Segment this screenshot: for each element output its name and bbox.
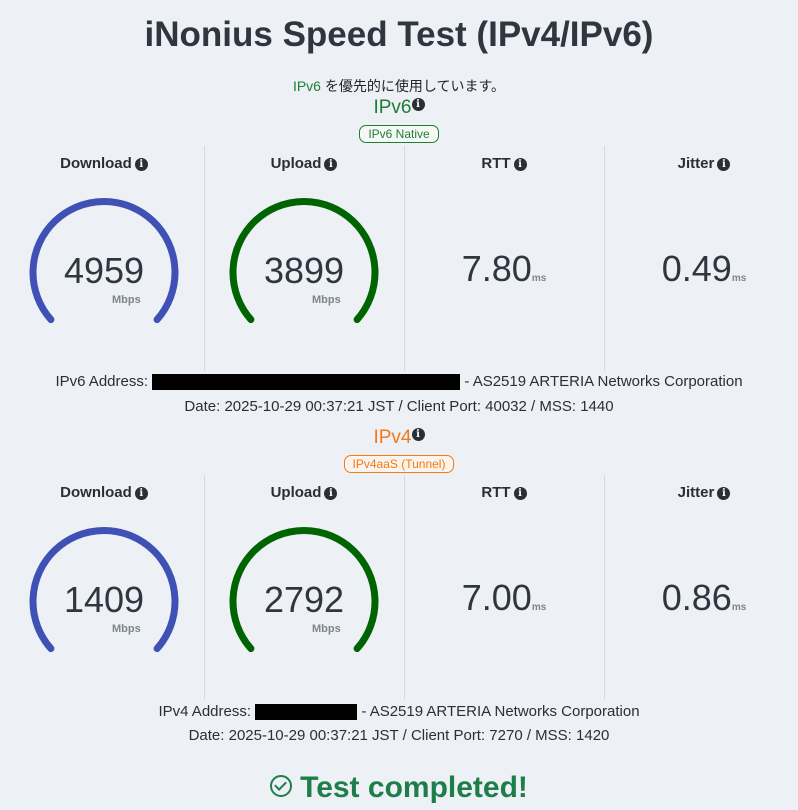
ipv4-title: IPv4 [373, 427, 412, 448]
info-icon[interactable]: i [134, 158, 148, 171]
jitter-unit: ms [731, 273, 747, 284]
ipv6-asn: - AS2519 ARTERIA Networks Corporation [460, 373, 743, 390]
rtt-unit: ms [531, 602, 547, 613]
ipv6-title: IPv6 [373, 97, 412, 118]
ipv6-rtt-col: RTT i 7.80ms [405, 146, 603, 371]
ipv4-metrics: Download i 1409 Mbps Upload i 2792 Mbps RT… [5, 475, 798, 700]
upload-value: 3899 [263, 250, 345, 291]
check-circle-icon [270, 775, 293, 798]
rtt-label: RTT i [405, 154, 603, 174]
upload-label: Upload i [205, 154, 403, 174]
info-icon[interactable]: i [324, 158, 338, 171]
jitter-label: Jitter i [605, 154, 798, 174]
page-title: iNonius Speed Test (IPv4/IPv6) [144, 15, 654, 54]
preference-text: を優先的に使用しています。 [320, 78, 506, 94]
test-status-text: Test completed! [300, 771, 528, 804]
rtt-value: 7.00 [461, 577, 532, 618]
rtt-metric: 7.00ms [405, 578, 603, 618]
ipv4-address-line: IPv4 Address: - AS2519 ARTERIA Networks … [0, 702, 798, 722]
ipv6-metrics: Download i 4959 Mbps Upload i 3899 Mbps RT… [5, 146, 798, 371]
preferred-protocol: IPv6 [292, 78, 321, 94]
rtt-label: RTT i [405, 483, 603, 503]
rtt-unit: ms [531, 273, 547, 284]
ipv6-header: IPv6 i [0, 96, 798, 120]
test-status: Test completed! [0, 768, 798, 808]
ipv6-address-line: IPv6 Address: - AS2519 ARTERIA Networks … [0, 372, 798, 392]
ipv6-upload-col: Upload i 3899 Mbps [205, 146, 403, 371]
upload-unit: Mbps [312, 294, 341, 306]
ipv6-download-col: Download i 4959 Mbps [5, 146, 203, 371]
ipv6-address-label: IPv6 Address: [55, 373, 149, 390]
download-label: Download i [5, 483, 203, 503]
download-label: Download i [5, 154, 203, 174]
ipv4-rtt-col: RTT i 7.00ms [405, 475, 603, 700]
upload-gauge: 3899 Mbps [224, 196, 384, 356]
info-icon[interactable]: i [411, 428, 425, 441]
download-unit: Mbps [112, 294, 141, 306]
info-icon[interactable]: i [513, 487, 527, 500]
ipv4-header: IPv4 i [0, 426, 798, 450]
upload-gauge: 2792 Mbps [224, 525, 384, 685]
info-icon[interactable]: i [411, 98, 425, 111]
upload-value: 2792 [263, 579, 345, 620]
ipv4-upload-col: Upload i 2792 Mbps [205, 475, 403, 700]
preference-note: IPv6 を優先的に使用しています。 [0, 76, 798, 96]
ipv4-address-label: IPv4 Address: [158, 703, 252, 720]
info-icon[interactable]: i [324, 487, 338, 500]
download-value: 1409 [63, 579, 145, 620]
download-unit: Mbps [112, 623, 141, 635]
download-value: 4959 [63, 250, 145, 291]
download-gauge: 1409 Mbps [24, 525, 184, 685]
upload-label: Upload i [205, 483, 403, 503]
ipv4-type-badge: IPv4aaS (Tunnel) [343, 455, 455, 473]
rtt-metric: 7.80ms [405, 249, 603, 289]
jitter-metric: 0.49ms [605, 249, 798, 289]
redacted-address [152, 374, 461, 391]
info-icon[interactable]: i [717, 487, 731, 500]
info-icon[interactable]: i [513, 158, 527, 171]
rtt-value: 7.80 [461, 248, 532, 289]
download-gauge: 4959 Mbps [24, 196, 184, 356]
ipv4-badge-row: IPv4aaS (Tunnel) [0, 455, 798, 473]
ipv6-badge-row: IPv6 Native [0, 125, 798, 143]
ipv6-date-line: Date: 2025-10-29 00:37:21 JST / Client P… [184, 398, 614, 415]
upload-unit: Mbps [312, 623, 341, 635]
jitter-unit: ms [731, 602, 747, 613]
ipv4-download-col: Download i 1409 Mbps [5, 475, 203, 700]
ipv4-jitter-col: Jitter i 0.86ms [605, 475, 798, 700]
ipv6-type-badge: IPv6 Native [359, 125, 439, 143]
jitter-label: Jitter i [605, 483, 798, 503]
info-icon[interactable]: i [134, 487, 148, 500]
jitter-value: 0.49 [661, 248, 732, 289]
ipv4-date-line: Date: 2025-10-29 00:37:21 JST / Client P… [188, 727, 610, 744]
ipv4-asn: - AS2519 ARTERIA Networks Corporation [357, 703, 640, 720]
jitter-metric: 0.86ms [605, 578, 798, 618]
jitter-value: 0.86 [661, 577, 732, 618]
info-icon[interactable]: i [717, 158, 731, 171]
ipv6-jitter-col: Jitter i 0.49ms [605, 146, 798, 371]
redacted-address [255, 704, 358, 721]
